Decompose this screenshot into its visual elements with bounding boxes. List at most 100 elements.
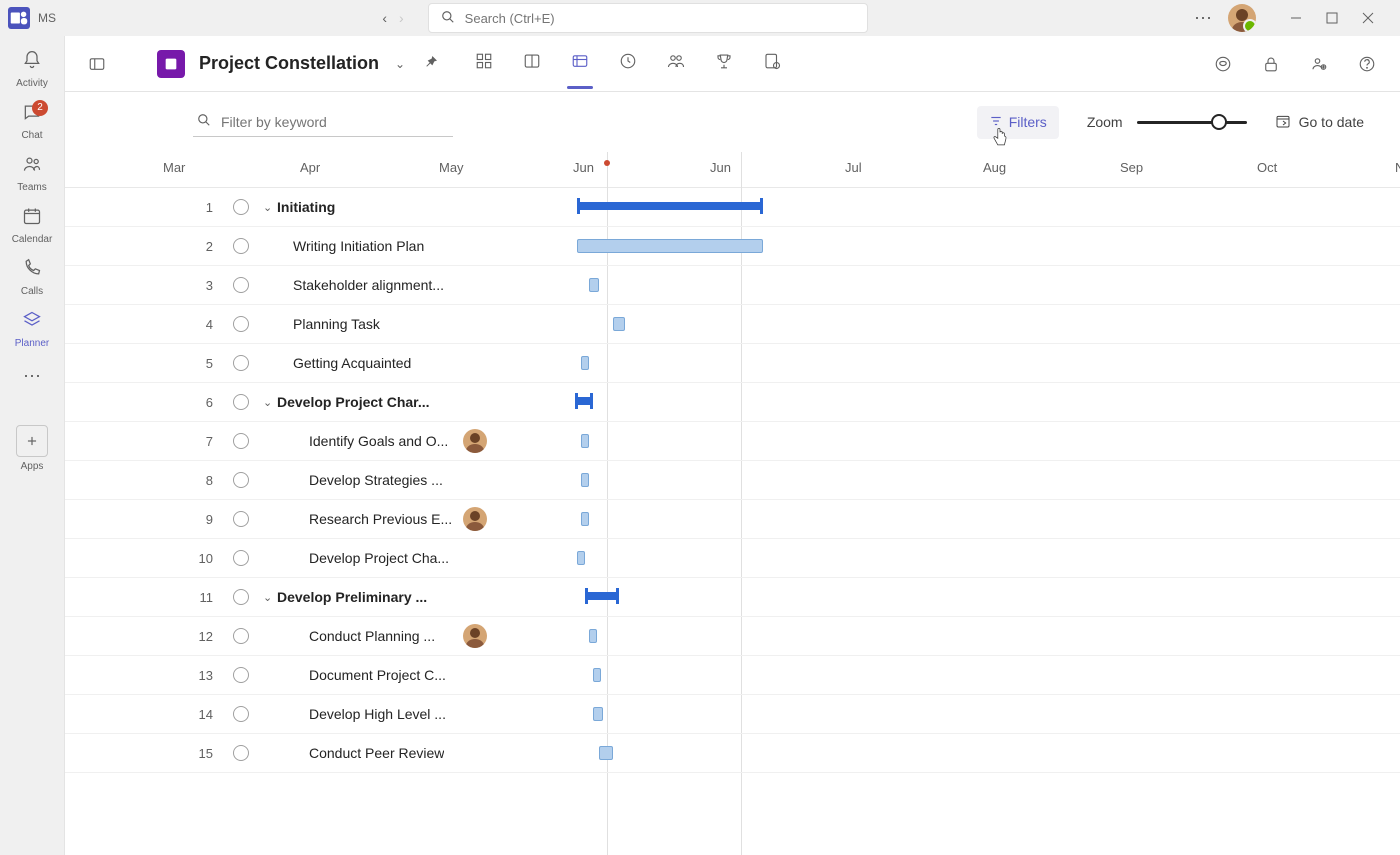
task-title[interactable]: Develop Strategies ...	[309, 472, 443, 488]
gantt-bar[interactable]	[577, 551, 585, 565]
gantt-bar[interactable]	[599, 746, 613, 760]
keyword-filter-input[interactable]	[221, 114, 449, 130]
sidebar-more-icon[interactable]: ⋯	[4, 366, 60, 387]
task-row[interactable]: 12Conduct Planning ...	[65, 617, 1400, 656]
task-title[interactable]: Stakeholder alignment...	[293, 277, 444, 293]
task-row[interactable]: 1⌄Initiating	[65, 188, 1400, 227]
gantt-bar[interactable]	[581, 512, 589, 526]
complete-toggle-icon[interactable]	[233, 706, 249, 722]
task-row[interactable]: 8Develop Strategies ...	[65, 461, 1400, 500]
view-goals-icon[interactable]	[711, 38, 737, 89]
keyword-filter[interactable]	[193, 107, 453, 137]
members-icon[interactable]	[1304, 49, 1334, 79]
window-minimize-icon[interactable]	[1280, 4, 1312, 32]
sidebar-item-calendar[interactable]: Calendar	[4, 200, 60, 250]
panel-toggle-icon[interactable]	[83, 50, 111, 78]
global-search[interactable]	[428, 3, 868, 33]
view-assignments-icon[interactable]	[759, 38, 785, 89]
more-options-icon[interactable]: ⋯	[1194, 8, 1212, 29]
collapse-icon[interactable]: ⌄	[263, 396, 272, 409]
task-title[interactable]: Research Previous E...	[309, 511, 452, 527]
gantt-bar[interactable]	[589, 629, 597, 643]
filters-button[interactable]: Filters	[977, 106, 1059, 139]
complete-toggle-icon[interactable]	[233, 238, 249, 254]
complete-toggle-icon[interactable]	[233, 589, 249, 605]
complete-toggle-icon[interactable]	[233, 316, 249, 332]
task-title[interactable]: Develop Project Cha...	[309, 550, 449, 566]
task-row[interactable]: 10Develop Project Cha...	[65, 539, 1400, 578]
task-row[interactable]: 4Planning Task	[65, 305, 1400, 344]
task-row[interactable]: 3Stakeholder alignment...	[65, 266, 1400, 305]
lock-icon[interactable]	[1256, 49, 1286, 79]
task-title[interactable]: Develop High Level ...	[309, 706, 446, 722]
view-people-icon[interactable]	[663, 38, 689, 89]
complete-toggle-icon[interactable]	[233, 277, 249, 293]
complete-toggle-icon[interactable]	[233, 394, 249, 410]
view-timeline-icon[interactable]	[567, 38, 593, 89]
task-title[interactable]: Develop Preliminary ...	[277, 589, 427, 605]
task-row[interactable]: 5Getting Acquainted	[65, 344, 1400, 383]
complete-toggle-icon[interactable]	[233, 667, 249, 683]
task-row[interactable]: 9Research Previous E...	[65, 500, 1400, 539]
gantt-bar[interactable]	[581, 356, 589, 370]
pin-icon[interactable]	[423, 54, 439, 73]
gantt-bar[interactable]	[585, 592, 619, 600]
sidebar-item-planner[interactable]: Planner	[4, 304, 60, 354]
task-row[interactable]: 14Develop High Level ...	[65, 695, 1400, 734]
complete-toggle-icon[interactable]	[233, 511, 249, 527]
task-row[interactable]: 15Conduct Peer Review	[65, 734, 1400, 773]
help-icon[interactable]	[1352, 49, 1382, 79]
nav-back-icon[interactable]: ‹	[382, 10, 387, 26]
sidebar-item-calls[interactable]: Calls	[4, 252, 60, 302]
task-row[interactable]: 2Writing Initiation Plan	[65, 227, 1400, 266]
gantt-bar[interactable]	[613, 317, 625, 331]
complete-toggle-icon[interactable]	[233, 472, 249, 488]
gantt-bar[interactable]	[575, 397, 593, 405]
task-title[interactable]: Identify Goals and O...	[309, 433, 448, 449]
current-user-avatar[interactable]	[1228, 4, 1256, 32]
task-title[interactable]: Planning Task	[293, 316, 380, 332]
view-schedule-icon[interactable]	[615, 38, 641, 89]
task-title[interactable]: Initiating	[277, 199, 335, 215]
task-row[interactable]: 13Document Project C...	[65, 656, 1400, 695]
task-title[interactable]: Conduct Peer Review	[309, 745, 444, 761]
complete-toggle-icon[interactable]	[233, 745, 249, 761]
assignee-avatar[interactable]	[463, 507, 487, 531]
assignee-avatar[interactable]	[463, 624, 487, 648]
view-board-icon[interactable]	[519, 38, 545, 89]
task-title[interactable]: Writing Initiation Plan	[293, 238, 424, 254]
gantt-bar[interactable]	[589, 278, 599, 292]
complete-toggle-icon[interactable]	[233, 433, 249, 449]
gantt-bar[interactable]	[581, 434, 589, 448]
complete-toggle-icon[interactable]	[233, 355, 249, 371]
complete-toggle-icon[interactable]	[233, 199, 249, 215]
sidebar-item-teams[interactable]: Teams	[4, 148, 60, 198]
gantt-bar[interactable]	[577, 239, 763, 253]
gantt-bar[interactable]	[577, 202, 763, 210]
task-row[interactable]: 6⌄Develop Project Char...	[65, 383, 1400, 422]
copilot-icon[interactable]	[1208, 49, 1238, 79]
window-maximize-icon[interactable]	[1316, 4, 1348, 32]
gantt-bar[interactable]	[593, 668, 601, 682]
assignee-avatar[interactable]	[463, 429, 487, 453]
zoom-slider[interactable]	[1137, 114, 1247, 130]
sidebar-apps-button[interactable]	[16, 425, 48, 457]
nav-forward-icon[interactable]: ›	[399, 10, 404, 26]
complete-toggle-icon[interactable]	[233, 628, 249, 644]
gantt-bar[interactable]	[581, 473, 589, 487]
collapse-icon[interactable]: ⌄	[263, 201, 272, 214]
task-title[interactable]: Getting Acquainted	[293, 355, 411, 371]
task-title[interactable]: Conduct Planning ...	[309, 628, 435, 644]
sidebar-item-chat[interactable]: 2 Chat	[4, 96, 60, 146]
complete-toggle-icon[interactable]	[233, 550, 249, 566]
task-row[interactable]: 7Identify Goals and O...	[65, 422, 1400, 461]
project-dropdown-icon[interactable]: ⌄	[395, 57, 405, 71]
sidebar-item-activity[interactable]: Activity	[4, 44, 60, 94]
collapse-icon[interactable]: ⌄	[263, 591, 272, 604]
task-title[interactable]: Develop Project Char...	[277, 394, 430, 410]
task-title[interactable]: Document Project C...	[309, 667, 446, 683]
view-grid-icon[interactable]	[471, 38, 497, 89]
gantt-timeline[interactable]: MarAprMayJunJunJulAugSepOctNov 1⌄Initiat…	[65, 152, 1400, 855]
gantt-bar[interactable]	[593, 707, 603, 721]
window-close-icon[interactable]	[1352, 4, 1384, 32]
